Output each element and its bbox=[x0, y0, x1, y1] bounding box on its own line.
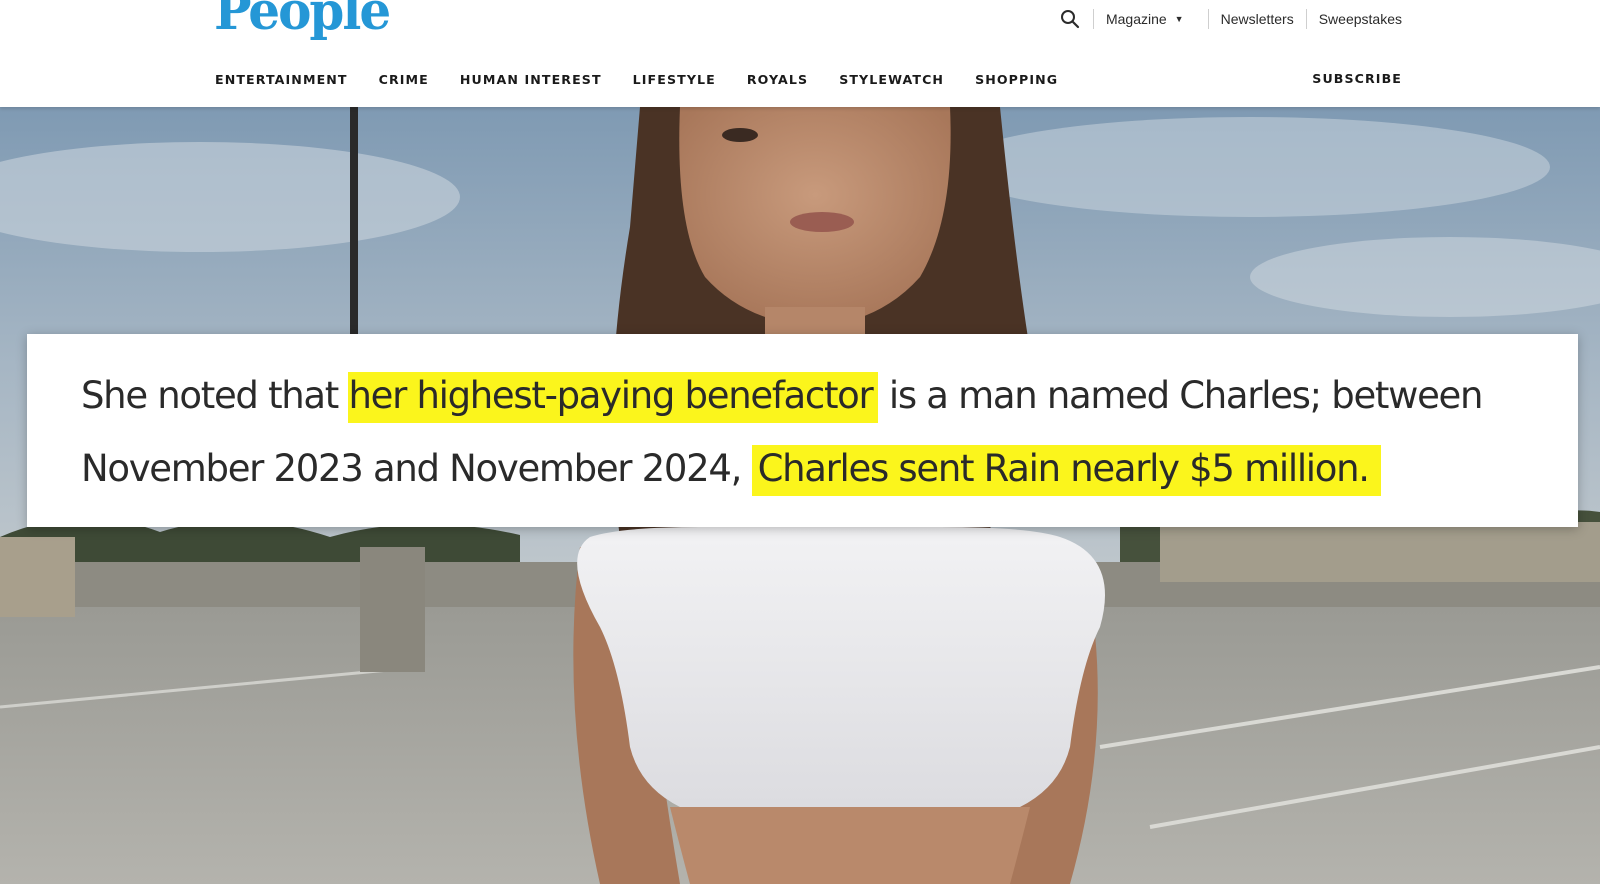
people-logo[interactable]: People bbox=[214, 0, 391, 37]
nav-item-royals[interactable]: ROYALS bbox=[747, 72, 808, 87]
site-header: People Magazine ▼ Newsletters Sweepstake… bbox=[0, 0, 1600, 107]
nav-item-lifestyle[interactable]: LIFESTYLE bbox=[633, 72, 716, 87]
quote-highlight: Charles sent Rain nearly $5 million. bbox=[751, 445, 1381, 496]
magazine-label: Magazine bbox=[1105, 11, 1167, 27]
utility-bar: Magazine ▼ Newsletters Sweepstakes bbox=[1059, 8, 1402, 30]
magazine-dropdown[interactable]: Magazine ▼ bbox=[1094, 11, 1208, 27]
quote-text: She noted that her highest-paying benefa… bbox=[81, 359, 1561, 505]
quote-text-part: She noted that bbox=[81, 374, 349, 417]
nav-item-human-interest[interactable]: HUMAN INTEREST bbox=[460, 72, 602, 87]
search-icon[interactable] bbox=[1059, 8, 1081, 30]
subscribe-link[interactable]: SUBSCRIBE bbox=[1312, 70, 1402, 88]
main-nav: ENTERTAINMENT CRIME HUMAN INTEREST LIFES… bbox=[215, 70, 1089, 88]
quote-card: She noted that her highest-paying benefa… bbox=[27, 334, 1578, 527]
quote-text-part: is a man named Charles; between bbox=[878, 374, 1484, 417]
quote-highlight: her highest-paying benefactor bbox=[348, 372, 879, 423]
quote-text-part: November 2023 and November 2024, bbox=[81, 447, 752, 490]
newsletters-link[interactable]: Newsletters bbox=[1209, 11, 1306, 27]
nav-item-entertainment[interactable]: ENTERTAINMENT bbox=[215, 72, 348, 87]
nav-item-stylewatch[interactable]: STYLEWATCH bbox=[839, 72, 944, 87]
nav-item-crime[interactable]: CRIME bbox=[379, 72, 429, 87]
sweepstakes-link[interactable]: Sweepstakes bbox=[1307, 11, 1402, 27]
nav-item-shopping[interactable]: SHOPPING bbox=[975, 72, 1058, 87]
caret-down-icon: ▼ bbox=[1174, 14, 1184, 24]
